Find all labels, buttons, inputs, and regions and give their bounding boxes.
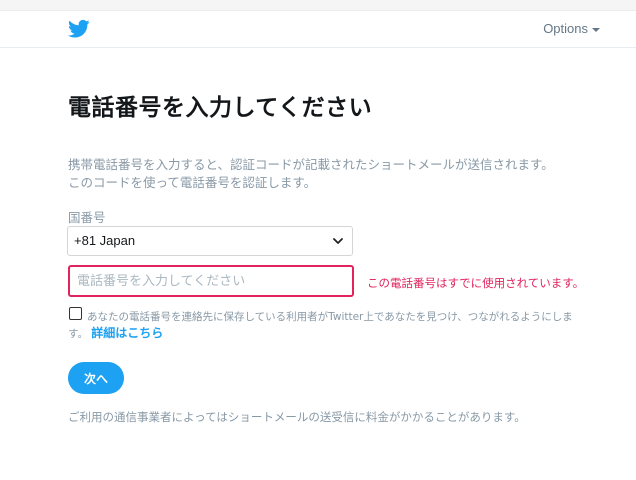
options-menu[interactable]: Options xyxy=(543,21,600,36)
description-line-1: 携帯電話番号を入力すると、認証コードが記載されたショートメールが送信されます。 xyxy=(68,157,554,172)
caret-down-icon xyxy=(592,27,600,32)
phone-number-input[interactable] xyxy=(68,265,354,297)
options-label: Options xyxy=(543,21,588,36)
page-title: 電話番号を入力してください xyxy=(68,95,373,121)
country-code-label: 国番号 xyxy=(68,210,106,225)
contact-discovery-text: あなたの電話番号を連絡先に保存している利用者がTwitter上であなたを見つけ、… xyxy=(68,309,588,342)
sms-charges-note: ご利用の通信事業者によってはショートメールの送受信に料金がかかることがあります。 xyxy=(68,410,526,424)
country-code-select[interactable]: +81 Japan xyxy=(67,226,353,256)
chevron-down-icon xyxy=(333,238,343,244)
next-button[interactable]: 次へ xyxy=(68,362,124,394)
description-line-2: このコードを使って電話番号を認証します。 xyxy=(68,175,317,190)
top-bar: Options xyxy=(0,11,636,48)
country-code-value: +81 Japan xyxy=(74,233,136,248)
twitter-bird-icon[interactable] xyxy=(68,19,90,39)
learn-more-link[interactable]: 詳細はこちら xyxy=(91,326,163,340)
phone-error-message: この電話番号はすでに使用されています。 xyxy=(367,276,585,290)
browser-top-strip xyxy=(0,0,636,11)
page-description: 携帯電話番号を入力すると、認証コードが記載されたショートメールが送信されます。 … xyxy=(68,156,608,192)
